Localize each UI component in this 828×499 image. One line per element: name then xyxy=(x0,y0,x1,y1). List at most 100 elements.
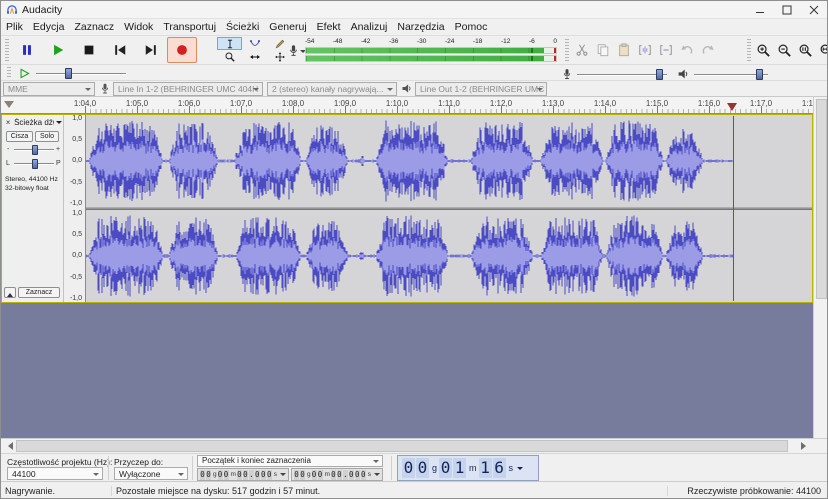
pause-button[interactable] xyxy=(12,37,42,63)
redo-button[interactable] xyxy=(697,38,718,62)
vruler-label: 0,0 xyxy=(64,157,82,164)
audio-host-combo[interactable]: MME xyxy=(3,82,95,96)
meter-scale-label: -30 xyxy=(417,38,426,46)
microphone-icon xyxy=(287,43,300,58)
meter-scale-label: -12 xyxy=(501,38,510,46)
toolbar-gripper[interactable] xyxy=(565,39,569,61)
waveform-left-channel[interactable] xyxy=(86,115,812,207)
menu-item[interactable]: Pomoc xyxy=(450,19,493,36)
menu-item[interactable]: Analizuj xyxy=(346,19,393,36)
time-unit: m xyxy=(231,471,236,478)
edit-toolbar xyxy=(563,38,718,62)
menu-item[interactable]: Ścieżki xyxy=(221,19,264,36)
track-menu-arrow-icon[interactable] xyxy=(56,121,62,127)
copy-button[interactable] xyxy=(592,38,613,62)
menu-item[interactable]: Widok xyxy=(119,19,158,36)
zoom-out-button[interactable] xyxy=(774,38,795,62)
time-unit: m xyxy=(325,471,330,478)
play-button[interactable] xyxy=(43,37,73,63)
undo-button[interactable] xyxy=(676,38,697,62)
toolbar-gripper[interactable] xyxy=(5,39,9,61)
waveform-right-channel[interactable] xyxy=(86,210,812,302)
timeshift-tool-button[interactable] xyxy=(242,50,267,63)
recording-volume-slider[interactable] xyxy=(577,69,667,80)
meter-scale-label: -36 xyxy=(389,38,398,46)
meter-scale-label: -42 xyxy=(361,38,370,46)
record-button[interactable] xyxy=(167,37,197,63)
horizontal-scrollbar-thumb[interactable] xyxy=(16,440,788,452)
selection-start-field[interactable]: 00g00m00.000s xyxy=(197,468,289,481)
time-digit: 1 xyxy=(479,458,492,478)
paste-button[interactable] xyxy=(613,38,634,62)
gain-min-label: - xyxy=(7,146,9,153)
scroll-left-arrow-icon[interactable] xyxy=(1,439,16,453)
toolbar-gripper[interactable] xyxy=(7,67,11,79)
close-button[interactable] xyxy=(800,1,827,19)
minimize-button[interactable] xyxy=(746,1,773,19)
timeline-ruler[interactable]: 1:04,01:05,01:06,01:07,01:08,01:09,01:10… xyxy=(1,97,813,114)
cut-button[interactable] xyxy=(571,38,592,62)
dropdown-arrow-icon[interactable] xyxy=(517,467,523,473)
selection-range-mode-combo[interactable]: Początek i koniec zaznaczenia xyxy=(197,455,383,467)
scroll-right-arrow-icon[interactable] xyxy=(798,439,813,453)
play-at-speed-button[interactable] xyxy=(19,68,30,79)
solo-button[interactable]: Solo xyxy=(35,131,59,142)
vruler-label: -1,0 xyxy=(64,295,82,302)
time-digit: 0 xyxy=(294,470,299,480)
time-digit: 0 xyxy=(237,470,242,480)
menu-item[interactable]: Efekt xyxy=(312,19,346,36)
menu-item[interactable]: Narzędzia xyxy=(392,19,449,36)
fit-project-button[interactable] xyxy=(816,38,828,62)
snap-to-combo[interactable]: Wyłączone xyxy=(114,467,188,480)
speaker-icon xyxy=(677,67,690,81)
silence-audio-button[interactable] xyxy=(655,38,676,62)
recording-device-combo[interactable]: Line In 1-2 (BEHRINGER UMC 404H xyxy=(113,82,263,96)
select-track-button[interactable]: Zaznacz xyxy=(18,287,60,298)
vertical-scrollbar[interactable] xyxy=(813,97,828,438)
toolbar-gripper[interactable] xyxy=(747,39,751,61)
recording-time-display[interactable]: 00g01m16s xyxy=(397,455,539,481)
playback-volume-slider[interactable] xyxy=(694,69,768,80)
time-unit: s xyxy=(509,463,514,473)
ruler-label: 1:10,0 xyxy=(386,99,408,108)
horizontal-scrollbar[interactable] xyxy=(1,438,828,453)
recording-volume-toolbar xyxy=(561,67,667,81)
maximize-button[interactable] xyxy=(773,1,800,19)
gain-slider[interactable] xyxy=(14,145,54,155)
recording-meter-toolbar[interactable]: -54-48-42-36-30-24-18-12-60 xyxy=(287,38,559,63)
mute-button[interactable]: Cisza xyxy=(6,131,33,142)
track-close-button[interactable]: × xyxy=(4,118,12,127)
selection-tool-button[interactable] xyxy=(217,37,242,50)
zoom-tool-button[interactable] xyxy=(217,50,242,63)
dropdown-arrow-icon[interactable] xyxy=(374,473,380,479)
playback-speed-slider[interactable] xyxy=(36,68,126,79)
pan-slider[interactable] xyxy=(14,159,54,169)
menu-item[interactable]: Transportuj xyxy=(158,19,221,36)
selection-end-field[interactable]: 00g00m00.000s xyxy=(291,468,383,481)
menu-item[interactable]: Edycja xyxy=(28,19,70,36)
time-unit: m xyxy=(469,463,477,473)
time-digit: 0 xyxy=(255,470,260,480)
dropdown-arrow-icon[interactable] xyxy=(280,473,286,479)
skip-to-end-button[interactable] xyxy=(136,37,166,63)
vertical-scrollbar-thumb[interactable] xyxy=(816,99,827,299)
vertical-ruler[interactable]: 1,00,50,0-0,5-1,01,00,50,0-0,5-1,0 xyxy=(64,115,86,302)
track-format-info: Stereo, 44100 Hz xyxy=(5,176,58,183)
fit-selection-button[interactable] xyxy=(795,38,816,62)
collapse-track-button[interactable] xyxy=(4,287,16,298)
ruler-label: 1:12,0 xyxy=(490,99,512,108)
stop-button[interactable] xyxy=(74,37,104,63)
skip-to-start-button[interactable] xyxy=(105,37,135,63)
time-digit: 0 xyxy=(243,470,248,480)
menu-item[interactable]: Generuj xyxy=(264,19,311,36)
recording-channels-combo[interactable]: 2 (stereo) kanały nagrywają... xyxy=(267,82,397,96)
menu-item[interactable]: Zaznacz xyxy=(69,19,119,36)
menu-item[interactable]: Plik xyxy=(1,19,28,36)
playback-device-combo[interactable]: Line Out 1-2 (BEHRINGER UMC 404 xyxy=(415,82,547,96)
envelope-tool-button[interactable] xyxy=(242,37,267,50)
track-name[interactable]: Ścieżka dźw xyxy=(14,118,54,127)
ruler-label: 1:16,0 xyxy=(698,99,720,108)
trim-audio-button[interactable] xyxy=(634,38,655,62)
project-rate-combo[interactable]: 44100 xyxy=(7,467,103,480)
zoom-in-button[interactable] xyxy=(753,38,774,62)
